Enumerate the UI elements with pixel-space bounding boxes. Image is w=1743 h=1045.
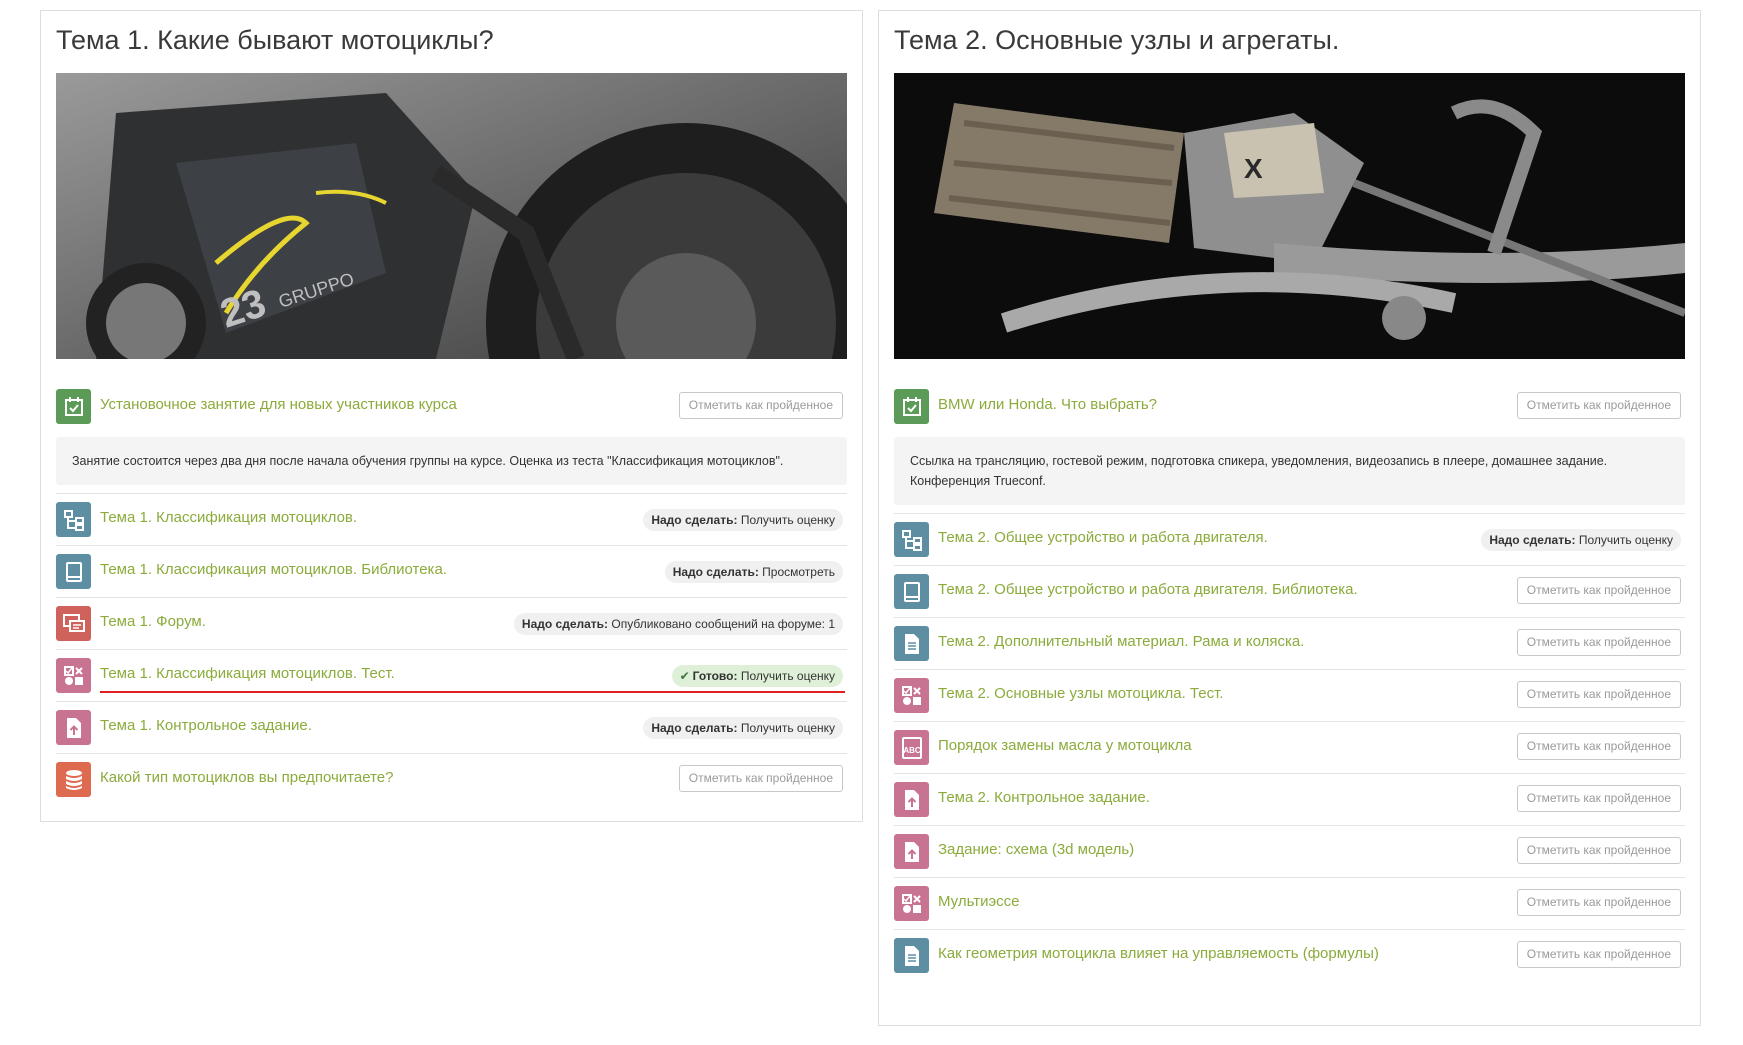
mark-complete-button[interactable]: Отметить как пройденное: [1516, 577, 1681, 604]
activity-row: Установочное занятие для новых участнико…: [56, 381, 847, 437]
activity-row: Тема 2. Общее устройство и работа двигат…: [894, 566, 1685, 618]
activity-row: Тема 2. Основные узлы мотоцикла. Тест. О…: [894, 670, 1685, 722]
activity-row: Тема 2. Контрольное задание. Отметить ка…: [894, 774, 1685, 826]
activity-row: Тема 2. Общее устройство и работа двигат…: [894, 514, 1685, 566]
activity-link[interactable]: Тема 1. Форум.: [100, 613, 206, 630]
topic-section-1: Тема 1. Какие бывают мотоциклы? 23 GRUPP…: [40, 10, 863, 822]
check-icon: ✔: [679, 669, 690, 683]
activity-row: Тема 1. Классификация мотоциклов. Тест. …: [56, 650, 847, 702]
activity-row: Тема 1. Форум. Надо сделать: Опубликован…: [56, 598, 847, 650]
activity-link[interactable]: Тема 2. Общее устройство и работа двигат…: [938, 581, 1358, 598]
book-icon: [56, 554, 91, 589]
activity-link[interactable]: Тема 2. Основные узлы мотоцикла. Тест.: [938, 685, 1223, 702]
topic-title: Тема 1. Какие бывают мотоциклы?: [56, 25, 494, 55]
abc-label: ABC: [903, 746, 921, 755]
attendance-icon: [56, 389, 91, 424]
activity-row: Тема 1. Контрольное задание. Надо сделат…: [56, 702, 847, 754]
highlight-underline: [100, 691, 845, 693]
handlebar-banner-image: X: [894, 73, 1685, 359]
database-icon: [56, 762, 91, 797]
completion-status-badge: Надо сделать: Опубликовано сообщений на …: [513, 613, 843, 635]
activity-link[interactable]: Мультиэссе: [938, 893, 1019, 910]
activity-link[interactable]: Тема 1. Классификация мотоциклов.: [100, 509, 357, 526]
activity-row: Задание: схема (3d модель) Отметить как …: [894, 826, 1685, 878]
activity-row: BMW или Honda. Что выбрать? Отметить как…: [894, 381, 1685, 437]
page-icon: [894, 626, 929, 661]
completion-status-badge: Надо сделать: Получить оценку: [643, 509, 843, 531]
mark-complete-button[interactable]: Отметить как пройденное: [678, 392, 843, 419]
mark-complete-button[interactable]: Отметить как пройденное: [1516, 629, 1681, 656]
activity-list: BMW или Honda. Что выбрать? Отметить как…: [894, 381, 1685, 982]
activity-link[interactable]: Тема 2. Контрольное задание.: [938, 789, 1150, 806]
activity-link[interactable]: Какой тип мотоциклов вы предпочитаете?: [100, 769, 393, 786]
activity-row: Тема 1. Классификация мотоциклов. Библио…: [56, 546, 847, 598]
activity-list: Установочное занятие для новых участнико…: [56, 381, 847, 806]
activity-link[interactable]: Как геометрия мотоцикла влияет на управл…: [938, 945, 1379, 962]
activity-row: ABC Порядок замены масла у мотоцикла Отм…: [894, 722, 1685, 774]
forum-icon: [56, 606, 91, 641]
page-icon: [894, 938, 929, 973]
attendance-icon: [894, 389, 929, 424]
completion-status-badge: Надо сделать: Просмотреть: [664, 561, 843, 583]
quiz-icon: [894, 678, 929, 713]
activity-link[interactable]: Тема 1. Классификация мотоциклов. Библио…: [100, 561, 447, 578]
glossary-abc-icon: ABC: [894, 730, 929, 765]
mark-complete-button[interactable]: Отметить как пройденное: [1516, 785, 1681, 812]
mark-complete-button[interactable]: Отметить как пройденное: [1516, 733, 1681, 760]
motorcycle-banner-image: 23 GRUPPO: [56, 73, 847, 359]
quiz-icon: [56, 658, 91, 693]
book-icon: [894, 574, 929, 609]
activity-row: Как геометрия мотоцикла влияет на управл…: [894, 930, 1685, 982]
lesson-icon: [894, 522, 929, 557]
activity-link[interactable]: Тема 1. Контрольное задание.: [100, 717, 312, 734]
mark-complete-button[interactable]: Отметить как пройденное: [678, 765, 843, 792]
mark-complete-button[interactable]: Отметить как пройденное: [1516, 837, 1681, 864]
svg-text:X: X: [1244, 153, 1263, 184]
activity-row: Мультиэссе Отметить как пройденное: [894, 878, 1685, 930]
activity-link[interactable]: Задание: схема (3d модель): [938, 841, 1134, 858]
activity-row: Тема 1. Классификация мотоциклов. Надо с…: [56, 494, 847, 546]
activity-description: Занятие состоится через два дня после на…: [56, 437, 847, 485]
activity-link[interactable]: Тема 2. Дополнительный материал. Рама и …: [938, 633, 1304, 650]
completion-status-badge: Надо сделать: Получить оценку: [643, 717, 843, 739]
mark-complete-button[interactable]: Отметить как пройденное: [1516, 941, 1681, 968]
mark-complete-button[interactable]: Отметить как пройденное: [1516, 681, 1681, 708]
mark-complete-button[interactable]: Отметить как пройденное: [1516, 889, 1681, 916]
assignment-icon: [894, 834, 929, 869]
lesson-icon: [56, 502, 91, 537]
assignment-icon: [894, 782, 929, 817]
activity-link[interactable]: Порядок замены масла у мотоцикла: [938, 737, 1192, 754]
activity-link[interactable]: Установочное занятие для новых участнико…: [100, 396, 457, 413]
activity-row: Тема 2. Дополнительный материал. Рама и …: [894, 618, 1685, 670]
completion-status-badge: Надо сделать: Получить оценку: [1481, 529, 1681, 551]
assignment-icon: [56, 710, 91, 745]
completion-status-badge: ✔ Готово: Получить оценку: [671, 665, 843, 687]
mark-complete-button[interactable]: Отметить как пройденное: [1516, 392, 1681, 419]
activity-row: Какой тип мотоциклов вы предпочитаете? О…: [56, 754, 847, 806]
activity-description: Ссылка на трансляцию, гостевой режим, по…: [894, 437, 1685, 505]
activity-link[interactable]: Тема 2. Общее устройство и работа двигат…: [938, 529, 1268, 546]
topic-title: Тема 2. Основные узлы и агрегаты.: [894, 25, 1340, 55]
activity-link[interactable]: Тема 1. Классификация мотоциклов. Тест.: [100, 665, 395, 682]
quiz-icon: [894, 886, 929, 921]
topic-section-2: Тема 2. Основные узлы и агрегаты. X BMW …: [878, 10, 1701, 1026]
activity-link[interactable]: BMW или Honda. Что выбрать?: [938, 396, 1157, 413]
